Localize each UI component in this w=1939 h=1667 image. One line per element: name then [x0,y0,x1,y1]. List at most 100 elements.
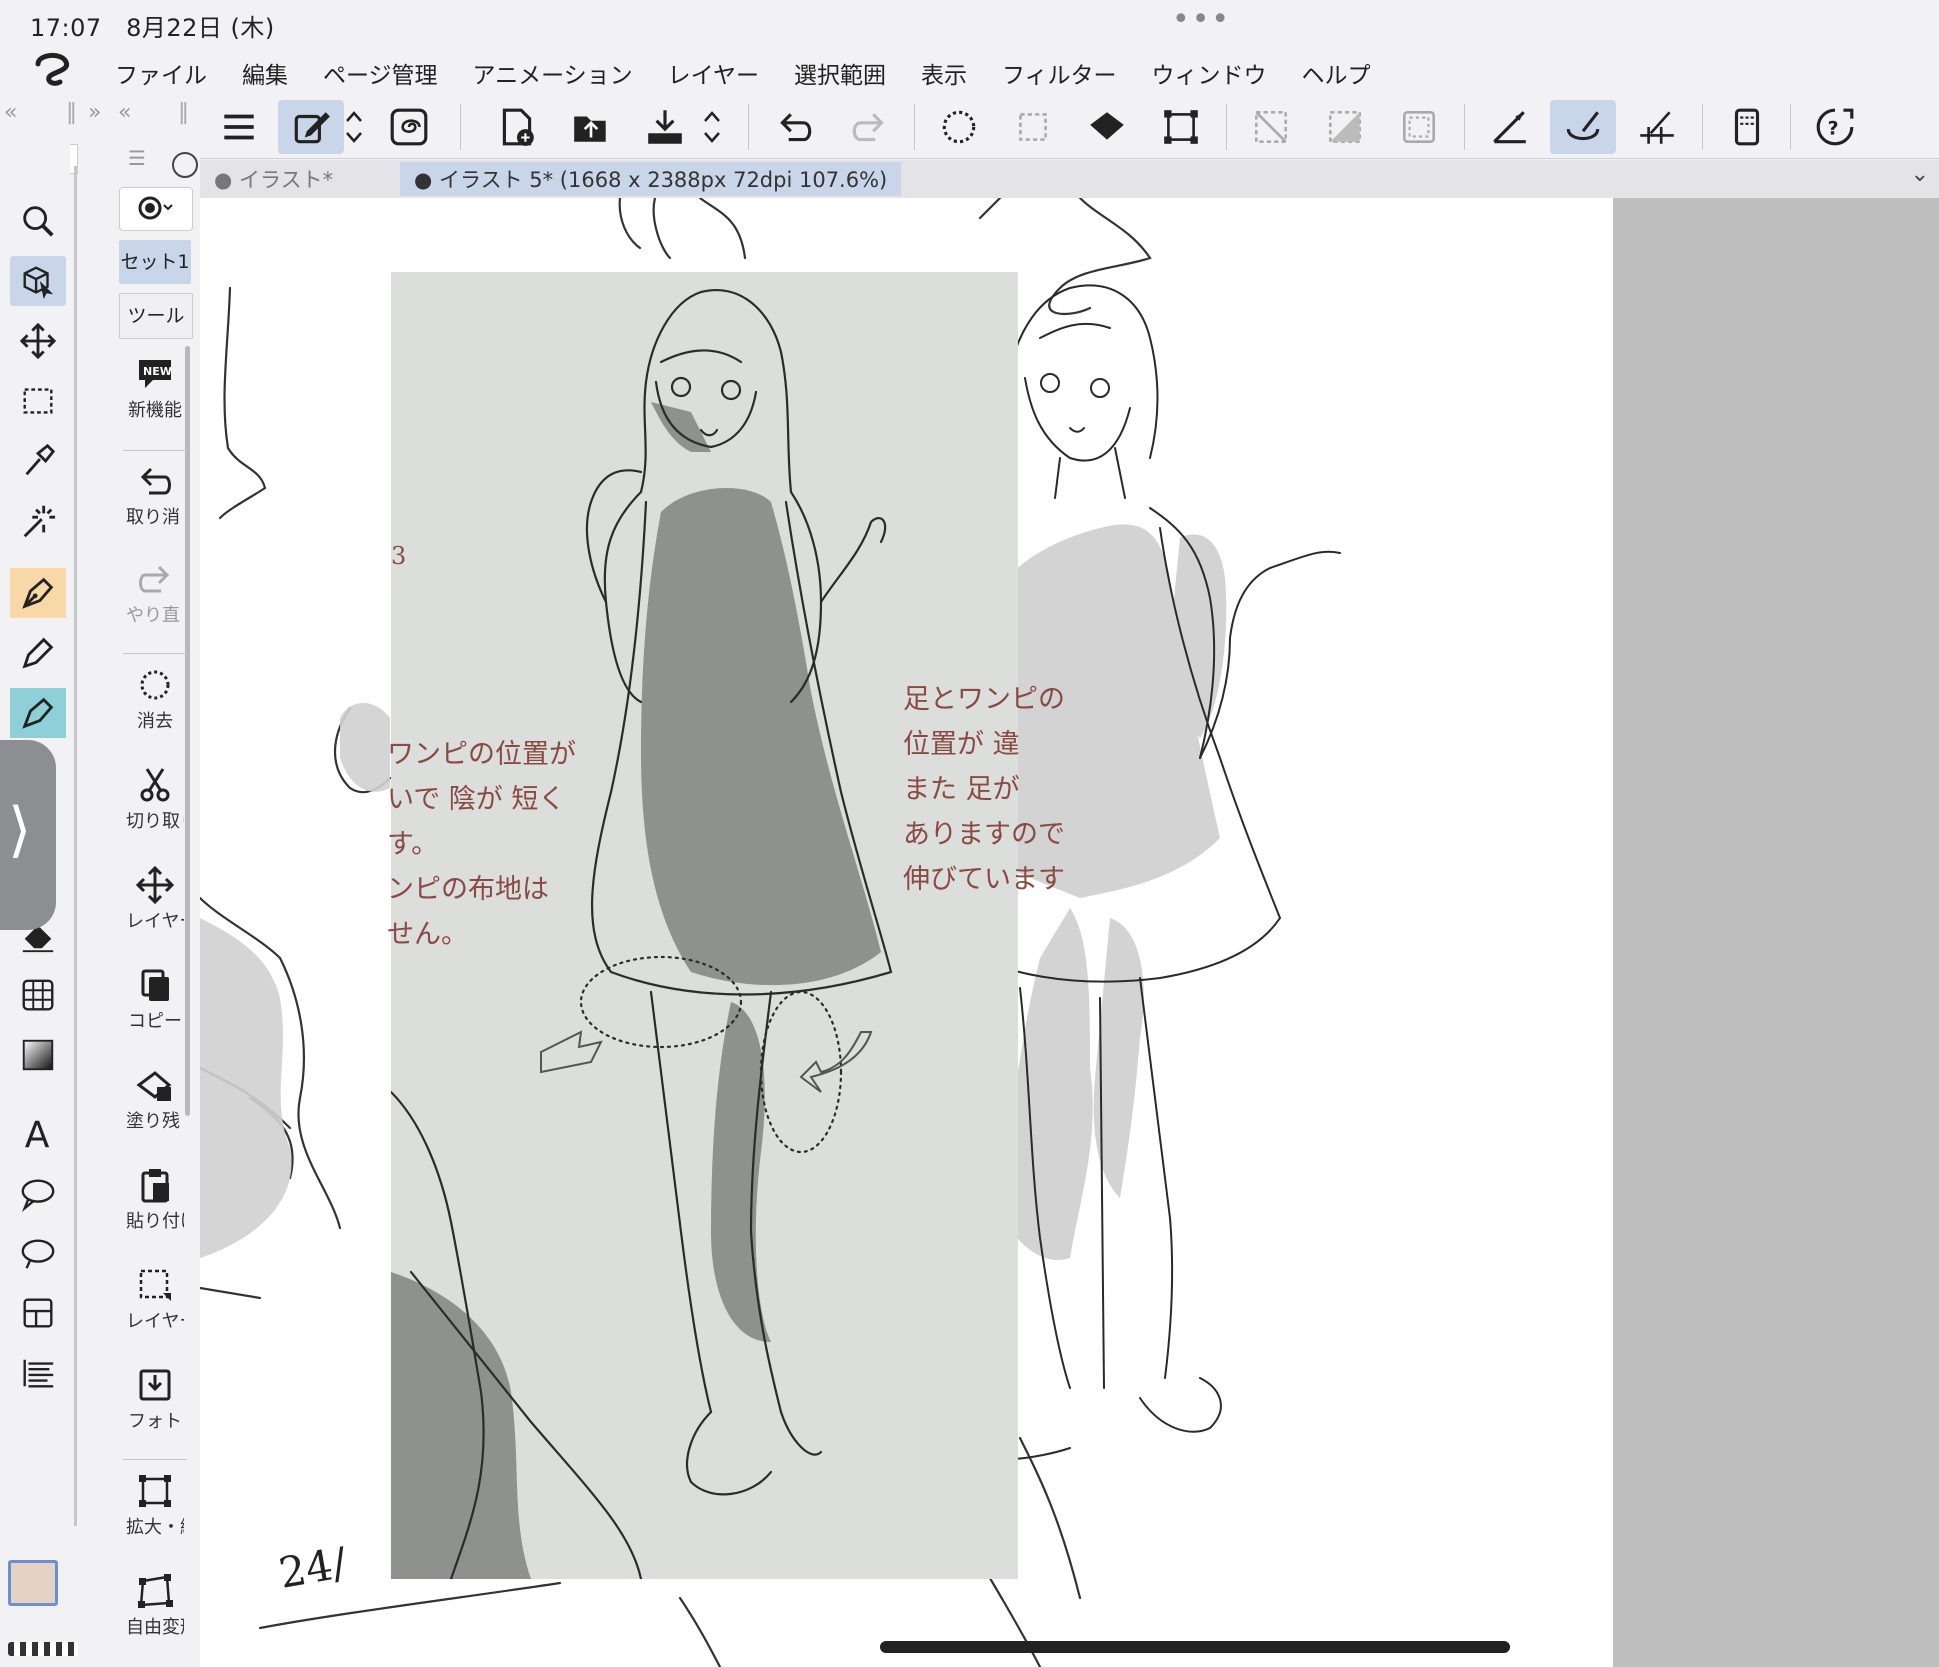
open-file-button[interactable] [558,100,624,154]
subtool-layer-select[interactable]: レイヤー選択 [115,1261,195,1353]
expand-right-icon[interactable]: » [88,100,101,125]
svg-text:NEW: NEW [143,365,172,378]
device-settings-button[interactable] [1714,100,1780,154]
deselect-button[interactable] [1238,100,1304,154]
tab-illust-5[interactable]: ● イラスト 5* (1668 x 2388px 72dpi 107.6%) [400,162,902,196]
smart-assist-button[interactable] [278,100,344,154]
canvas-area[interactable]: 24/ ワンピの位置が いで 陰が 短く す。 ンピの布地は せん。 3 足とワ… [200,198,1939,1667]
handwritten-note-left-5: せん。 [387,919,468,950]
select-all-button[interactable] [1386,100,1452,154]
fill-button[interactable] [1074,100,1140,154]
multitask-dots[interactable]: ••• [1172,2,1231,37]
main-menu-button[interactable] [206,100,272,154]
tool-auto-select[interactable] [10,496,66,546]
page-number-note: 24/ [275,1538,351,1598]
collapse-subpanel-icon[interactable]: « [118,100,131,125]
tool-pencil[interactable] [10,628,66,678]
transform-button[interactable] [1148,100,1214,154]
quick-access-button[interactable] [376,100,442,154]
tool-pen[interactable] [10,568,66,618]
subtool-tool-tab[interactable]: ツール [119,293,193,339]
scale-icon [1164,110,1198,144]
subtool-clear[interactable]: 消去 [115,661,195,753]
special-ruler-snap-button[interactable] [1550,100,1616,154]
menu-selection[interactable]: 選択範囲 [794,56,886,90]
tool-gradient[interactable] [10,1030,66,1080]
tool-zoom[interactable] [10,196,66,246]
scissors-icon [140,768,170,802]
subtool-label: 取り消し [126,507,184,528]
toolbar-scroll-1[interactable] [336,100,372,154]
subtool-fill-remain[interactable]: 塗り残し [115,1061,195,1153]
tool-brush[interactable] [10,688,66,738]
tool-frame[interactable] [10,1288,66,1338]
clear-outside-button[interactable] [1000,100,1066,154]
toolbar-scroll-2[interactable] [694,100,730,154]
panel-divider[interactable] [74,166,77,1526]
menu-filter[interactable]: フィルター [1002,56,1117,90]
collapse-left-icon[interactable]: « [4,100,17,125]
save-button[interactable] [632,100,698,154]
undo-button[interactable] [762,100,828,154]
ruler-snap-button[interactable] [1476,100,1542,154]
tool-balloon[interactable] [10,1168,66,1218]
subtool-search-dropdown[interactable] [119,187,193,231]
tool-text[interactable]: A [10,1108,66,1158]
tab-illust[interactable]: ● イラスト* [200,162,347,196]
subtool-photo-import[interactable]: フォト [115,1361,195,1453]
menu-edit[interactable]: 編集 [242,56,288,90]
layer-select-icon [139,1269,171,1301]
tool-perspective[interactable] [10,970,66,1020]
subtool-layer-move[interactable]: レイヤー移動 [115,861,195,953]
handwritten-note-left-2: いで 陰が 短く [387,784,566,815]
tool-ruler[interactable] [10,1348,66,1398]
canvas-page[interactable]: 24/ ワンピの位置が いで 陰が 短く す。 ンピの布地は せん。 3 足とワ… [200,198,1613,1667]
panel-grip-icon[interactable]: ‖ [66,100,77,125]
redo-button[interactable] [836,100,902,154]
side-expand-tab[interactable]: ⟩ [0,740,56,930]
invert-selection-button[interactable] [1312,100,1378,154]
subtool-scale[interactable]: 拡大・縮小 [115,1467,195,1559]
subtool-paste[interactable]: 貼り付け [115,1161,195,1253]
transparent-color-swatch[interactable] [8,1642,78,1656]
subtool-undo[interactable]: 取り消し [115,457,195,549]
subtool-label: 消去 [137,711,173,732]
divider [123,1459,187,1460]
menu-file[interactable]: ファイル [115,56,207,90]
subtool-palette: セット1 ツール NEW 新機能 取り消し やり直し 消去 切り取り レイヤー移… [115,145,195,1667]
menu-page[interactable]: ページ管理 [323,56,438,90]
app-logo-icon[interactable] [30,50,76,90]
main-color-swatch[interactable] [8,1560,58,1606]
subtool-new-features[interactable]: NEW 新機能 [115,350,195,442]
subpanel-grip-icon[interactable]: ‖ [178,100,189,125]
tool-move[interactable] [10,316,66,366]
home-indicator[interactable] [880,1641,1510,1653]
divider [123,653,187,654]
tool-eyedropper[interactable] [10,436,66,486]
subtool-copy[interactable]: コピー [115,961,195,1053]
menu-animation[interactable]: アニメーション [473,56,633,90]
help-button[interactable]: ? [1802,100,1868,154]
subtool-redo[interactable]: やり直し [115,555,195,647]
subtool-free-transform[interactable]: 自由変形 [115,1567,195,1659]
clear-button[interactable] [926,100,992,154]
subtool-cut[interactable]: 切り取り [115,761,195,853]
menu-help[interactable]: ヘルプ [1302,56,1371,90]
handwritten-note-right-5: 伸びています [903,864,1065,895]
grid-snap-button[interactable] [1624,100,1690,154]
tool-object[interactable] [10,256,66,306]
tool-balloon-tail[interactable] [10,1228,66,1278]
redo-icon [139,565,170,593]
reference-photo[interactable]: ワンピの位置が いで 陰が 短く す。 ンピの布地は せん。 3 足とワンピの … [387,272,1065,1579]
grid-perspective-icon [22,979,54,1011]
paint-bucket-icon [1090,112,1124,140]
subtool-set-tab[interactable]: セット1 [119,240,191,284]
tool-selection[interactable] [10,376,66,426]
new-file-button[interactable] [484,100,550,154]
subtool-label: 貼り付け [126,1211,184,1232]
menu-window[interactable]: ウィンドウ [1152,56,1267,90]
menu-view[interactable]: 表示 [921,56,967,90]
tab-list-chevron-icon[interactable]: ⌄ [1911,162,1929,187]
new-file-icon [502,108,534,146]
menu-layer[interactable]: レイヤー [668,56,759,90]
